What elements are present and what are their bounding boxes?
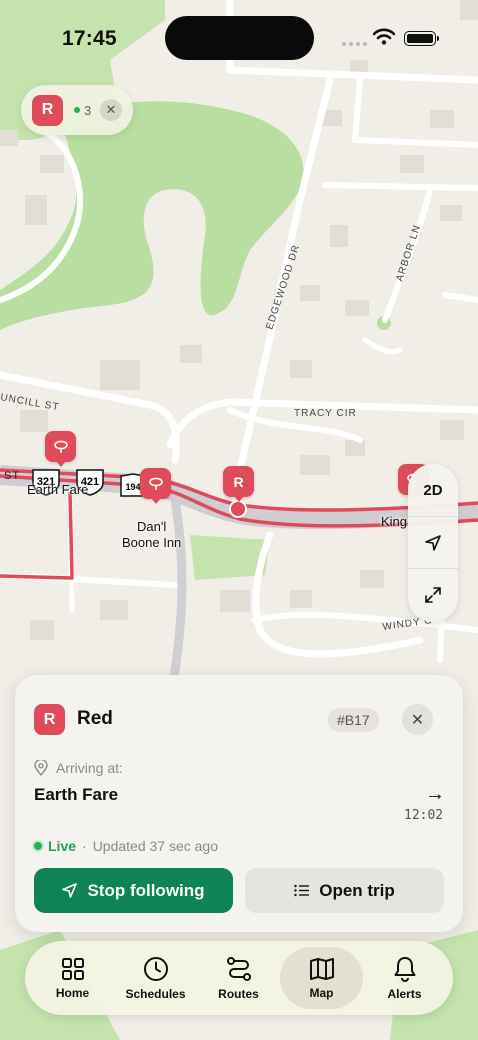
arriving-label-text: Arriving at: xyxy=(56,760,123,776)
route-badge: R xyxy=(34,704,65,735)
separator: · xyxy=(82,838,87,854)
status-time: 17:45 xyxy=(62,27,117,50)
eta-time: 12:02 xyxy=(404,808,444,823)
live-label: Live xyxy=(48,838,77,854)
stop-sign-icon xyxy=(148,477,163,490)
cellular-signal-icon xyxy=(342,42,367,46)
stop-dot xyxy=(229,500,247,518)
location-arrow-icon xyxy=(425,534,441,551)
street-label: TRACY CIR xyxy=(294,408,357,419)
live-status: Live · Updated 37 sec ago xyxy=(34,838,218,854)
bell-icon xyxy=(394,956,415,982)
live-dot xyxy=(34,842,42,850)
tab-label: Routes xyxy=(218,986,259,1001)
expand-icon xyxy=(425,586,441,603)
close-icon[interactable]: ✕ xyxy=(100,99,122,121)
close-sheet-button[interactable]: ✕ xyxy=(402,704,433,735)
battery-icon xyxy=(404,31,439,46)
tab-label: Schedules xyxy=(125,986,186,1001)
tab-routes[interactable]: Routes xyxy=(197,947,280,1009)
tab-map[interactable]: Map xyxy=(280,947,363,1009)
shield-194: 194 xyxy=(125,482,140,492)
arriving-label: Arriving at: xyxy=(34,760,123,776)
locate-button[interactable] xyxy=(408,516,458,568)
tab-label: Map xyxy=(309,985,334,1000)
stop-sign-icon xyxy=(53,440,68,453)
clock-icon xyxy=(143,956,168,981)
bus-stop-pin[interactable] xyxy=(45,431,76,467)
place-label[interactable]: King xyxy=(381,514,407,530)
tab-home[interactable]: Home xyxy=(31,947,114,1009)
stop-following-label: Stop following xyxy=(87,880,205,900)
open-trip-label: Open trip xyxy=(319,880,395,900)
navigation-arrow-icon xyxy=(62,883,78,898)
tab-bar: Home Schedules Routes Map Alerts xyxy=(25,941,453,1015)
route-name: Red xyxy=(77,708,113,729)
close-icon: ✕ xyxy=(410,711,425,729)
tab-label: Alerts xyxy=(387,986,422,1001)
vehicle-count: 3 xyxy=(74,103,91,118)
wifi-icon xyxy=(373,28,395,45)
place-label[interactable]: Dan'l Boone Inn xyxy=(122,519,181,551)
tab-alerts[interactable]: Alerts xyxy=(363,947,446,1009)
street-label: ST xyxy=(4,470,20,482)
bus-stop-pin[interactable] xyxy=(140,468,171,504)
expand-button[interactable] xyxy=(408,568,458,620)
open-trip-button[interactable]: Open trip xyxy=(245,868,444,913)
vehicle-id-badge: #B17 xyxy=(328,708,379,732)
route-badge: R xyxy=(32,94,63,126)
map-icon xyxy=(309,957,334,980)
tab-label: Home xyxy=(55,985,90,1000)
route-filter-chip[interactable]: R 3 ✕ xyxy=(21,85,133,135)
dynamic-island xyxy=(165,16,314,60)
stop-name[interactable]: Earth Fare xyxy=(34,785,118,805)
route-icon xyxy=(226,956,251,981)
stop-following-button[interactable]: Stop following xyxy=(34,868,233,913)
view-mode-toggle[interactable]: 2D xyxy=(408,464,458,516)
list-icon xyxy=(294,884,310,897)
vehicle-detail-sheet: R Red #B17 ✕ Arriving at: Earth Fare → 1… xyxy=(15,675,463,932)
map-controls: 2D xyxy=(408,464,458,622)
vehicle-marker[interactable]: R xyxy=(223,466,254,502)
location-pin-icon xyxy=(34,760,48,776)
updated-text: Updated 37 sec ago xyxy=(92,838,219,854)
place-label[interactable]: Earth Fare xyxy=(27,482,88,498)
status-bar: 17:45 xyxy=(0,0,478,70)
grid-icon xyxy=(61,957,84,980)
tab-schedules[interactable]: Schedules xyxy=(114,947,197,1009)
arrow-right-icon[interactable]: → xyxy=(425,783,445,806)
